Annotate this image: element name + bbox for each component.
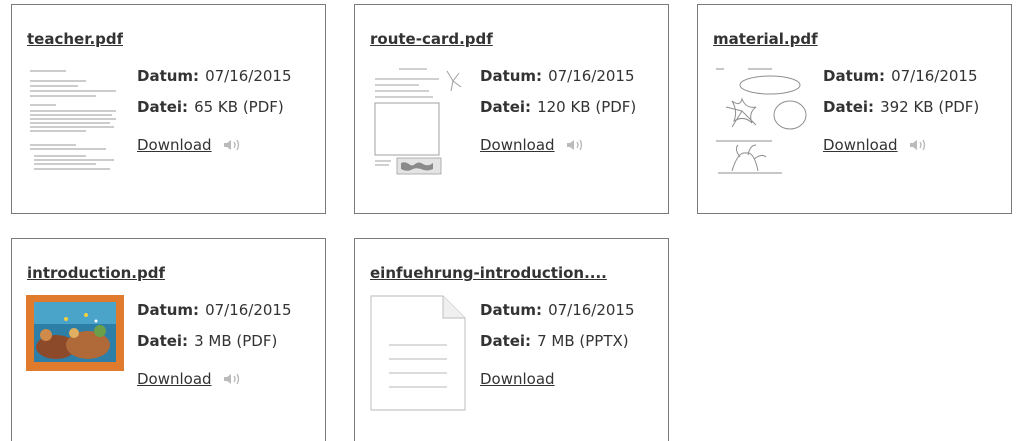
file-size-value: 120 KB (PDF) (537, 98, 637, 116)
speaker-icon[interactable] (222, 137, 242, 153)
download-link[interactable]: Download (480, 370, 555, 388)
date-value: 07/16/2015 (205, 301, 292, 319)
file-title-link[interactable]: teacher.pdf (27, 30, 123, 48)
download-row: Download (137, 370, 242, 388)
file-size-value: 65 KB (PDF) (194, 98, 284, 116)
file-meta: Datum: 07/16/2015 Datei: 7 MB (PPTX) (480, 295, 635, 357)
file-title-link[interactable]: introduction.pdf (27, 264, 165, 282)
download-card: einfuehrung-introduction.... Datum: 07/16… (354, 238, 669, 441)
download-row: Download (480, 370, 555, 388)
download-link[interactable]: Download (137, 136, 212, 154)
file-meta: Datum: 07/16/2015 Datei: 65 KB (PDF) (137, 61, 292, 123)
file-title-link[interactable]: route-card.pdf (370, 30, 493, 48)
file-label: Datei: (480, 332, 532, 350)
download-row: Download (137, 136, 242, 154)
document-thumbnail[interactable] (369, 61, 467, 177)
date-value: 07/16/2015 (548, 301, 635, 319)
date-label: Datum: (137, 301, 200, 319)
download-link[interactable]: Download (137, 370, 212, 388)
date-label: Datum: (137, 67, 200, 85)
download-row: Download (480, 136, 585, 154)
download-card: route-card.pdf Datum: 07/16/2015 Datei: … (354, 4, 669, 214)
date-value: 07/16/2015 (205, 67, 292, 85)
file-title-link[interactable]: material.pdf (713, 30, 818, 48)
file-label: Datei: (480, 98, 532, 116)
download-card: teacher.pdf Datum: 07/16/2015 Datei: 65 … (11, 4, 326, 214)
file-label: Datei: (137, 98, 189, 116)
download-row: Download (823, 136, 928, 154)
download-card: material.pdf Datum: 07/16/2015 Datei: 39… (697, 4, 1012, 214)
document-thumbnail[interactable] (26, 61, 124, 177)
file-size-value: 392 KB (PDF) (880, 98, 980, 116)
download-link[interactable]: Download (480, 136, 555, 154)
date-label: Datum: (823, 67, 886, 85)
file-title-link[interactable]: einfuehrung-introduction.... (370, 264, 607, 282)
date-value: 07/16/2015 (548, 67, 635, 85)
file-meta: Datum: 07/16/2015 Datei: 3 MB (PDF) (137, 295, 292, 357)
file-size-value: 7 MB (PPTX) (537, 332, 629, 350)
date-label: Datum: (480, 301, 543, 319)
speaker-icon[interactable] (565, 137, 585, 153)
coral-reef-thumbnail[interactable] (26, 295, 124, 371)
file-label: Datei: (823, 98, 875, 116)
file-size-value: 3 MB (PDF) (194, 332, 278, 350)
file-label: Datei: (137, 332, 189, 350)
file-meta: Datum: 07/16/2015 Datei: 392 KB (PDF) (823, 61, 979, 123)
date-value: 07/16/2015 (891, 67, 978, 85)
download-link[interactable]: Download (823, 136, 898, 154)
speaker-icon[interactable] (908, 137, 928, 153)
document-thumbnail[interactable] (712, 61, 810, 177)
download-card: introduction.pdf Datum: 07/16/2015 Datei:… (11, 238, 326, 441)
date-label: Datum: (480, 67, 543, 85)
speaker-icon[interactable] (222, 371, 242, 387)
downloads-grid: teacher.pdf Datum: 07/16/2015 Datei: 65 … (0, 0, 1016, 441)
generic-file-icon[interactable] (369, 295, 467, 411)
file-meta: Datum: 07/16/2015 Datei: 120 KB (PDF) (480, 61, 636, 123)
